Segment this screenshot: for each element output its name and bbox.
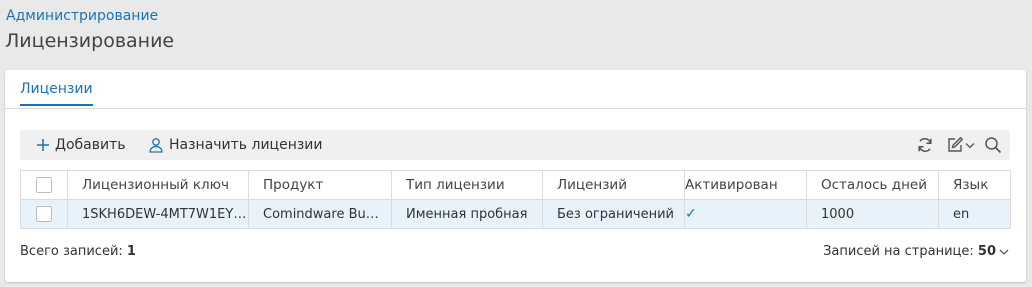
total-records-value: 1 [126, 244, 136, 259]
search-icon[interactable] [984, 136, 1002, 154]
column-header-key[interactable]: Лицензионный ключ [67, 170, 249, 200]
column-header-language[interactable]: Язык [938, 170, 1011, 200]
column-header-product[interactable]: Продукт [248, 170, 392, 200]
assign-licenses-button[interactable]: Назначить лицензии [148, 130, 323, 160]
select-all-checkbox[interactable] [36, 177, 52, 193]
page-size-selector[interactable]: Записей на странице: 50 [823, 244, 1010, 259]
add-button-label: Добавить [55, 137, 126, 153]
select-all-checkbox-cell[interactable] [20, 170, 68, 200]
tab-licenses[interactable]: Лицензии [20, 81, 93, 106]
user-icon [149, 138, 163, 153]
breadcrumb[interactable]: Администрирование [6, 8, 158, 24]
table-header: Лицензионный ключ Продукт Тип лицензии Л… [20, 170, 1011, 200]
cell-activated: ✓ [684, 199, 807, 229]
cell-licenses: Без ограничений [542, 199, 685, 229]
page-size-label: Записей на странице: [823, 244, 974, 259]
chevron-down-icon[interactable] [964, 136, 976, 154]
tab-bar: Лицензии [5, 70, 1026, 109]
add-button[interactable]: Добавить [36, 130, 125, 160]
column-header-type[interactable]: Тип лицензии [391, 170, 543, 200]
chevron-down-icon [999, 249, 1009, 255]
column-header-days-left[interactable]: Осталось дней [806, 170, 939, 200]
table-row[interactable]: 1SKH6DEW-4MT7W1EY… Comindware Bu… Именна… [20, 199, 1011, 229]
licenses-table: Лицензионный ключ Продукт Тип лицензии Л… [20, 170, 1011, 229]
toolbar: Добавить Назначить лицензии [20, 130, 1010, 160]
checkmark-icon: ✓ [685, 206, 697, 222]
cell-language: en [938, 199, 1011, 229]
page-size-value: 50 [977, 244, 996, 259]
column-header-activated[interactable]: Активирован [684, 170, 807, 200]
cell-days-left: 1000 [806, 199, 939, 229]
plus-icon [37, 139, 49, 151]
column-header-licenses[interactable]: Лицензий [542, 170, 685, 200]
total-records: Всего записей: 1 [20, 244, 136, 259]
row-checkbox[interactable] [36, 206, 52, 222]
cell-type: Именная пробная [391, 199, 543, 229]
total-records-label: Всего записей: [20, 244, 123, 259]
cell-product: Comindware Bu… [248, 199, 392, 229]
assign-licenses-label: Назначить лицензии [169, 137, 323, 153]
cell-key: 1SKH6DEW-4MT7W1EY… [67, 199, 249, 229]
content-panel: Лицензии Добавить Назначить лицензии Лиц… [5, 70, 1026, 282]
refresh-icon[interactable] [916, 136, 934, 154]
row-checkbox-cell[interactable] [20, 199, 68, 229]
edit-icon[interactable] [946, 136, 964, 154]
page-title: Лицензирование [5, 30, 175, 52]
